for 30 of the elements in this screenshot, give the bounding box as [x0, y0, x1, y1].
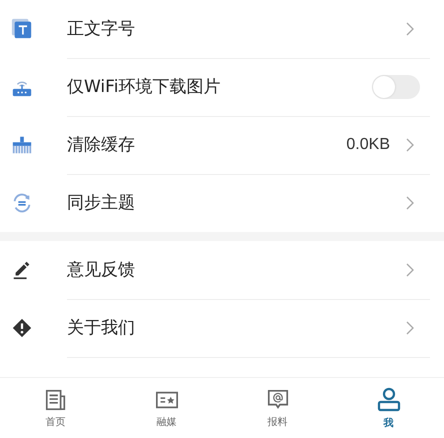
- info-diamond-icon: [11, 317, 33, 339]
- setting-label: 仅WiFi环境下载图片: [67, 76, 222, 98]
- setting-label: 关于我们: [67, 317, 136, 339]
- settings-row[interactable]: 正文字号: [0, 0, 444, 58]
- settings-row[interactable]: 同步主题: [0, 174, 444, 232]
- setting-label: 正文字号: [67, 18, 136, 40]
- broom-icon: [11, 134, 33, 156]
- chevron-right-icon: [406, 320, 414, 334]
- tab-button[interactable]: 首页: [0, 378, 111, 438]
- setting-label: 同步主题: [67, 192, 136, 214]
- tab-button[interactable]: 报料: [222, 378, 333, 438]
- cache-size: 0.0KB: [346, 136, 390, 154]
- chevron-right-icon: [406, 196, 414, 210]
- toggle-switch[interactable]: [372, 74, 420, 98]
- person-icon: [376, 386, 402, 412]
- settings-row[interactable]: 关于我们: [0, 299, 444, 357]
- chevron-right-icon: [406, 22, 414, 36]
- tab-button[interactable]: 融媒: [111, 378, 222, 438]
- setting-label: 意见反馈: [67, 259, 136, 281]
- chevron-right-icon: [406, 262, 414, 276]
- message-at-icon: [266, 388, 290, 412]
- setting-label: 清除缓存: [67, 134, 136, 156]
- settings-row[interactable]: 仅WiFi环境下载图片: [0, 58, 444, 116]
- sync-icon: [11, 192, 33, 214]
- font-size-icon: [11, 18, 33, 40]
- settings-row[interactable]: 清除缓存 0.0KB: [0, 116, 444, 174]
- chevron-right-icon: [406, 138, 414, 152]
- news-icon: [44, 388, 68, 412]
- settings-row[interactable]: 意见反馈: [0, 241, 444, 299]
- tab-button[interactable]: 我: [333, 378, 444, 438]
